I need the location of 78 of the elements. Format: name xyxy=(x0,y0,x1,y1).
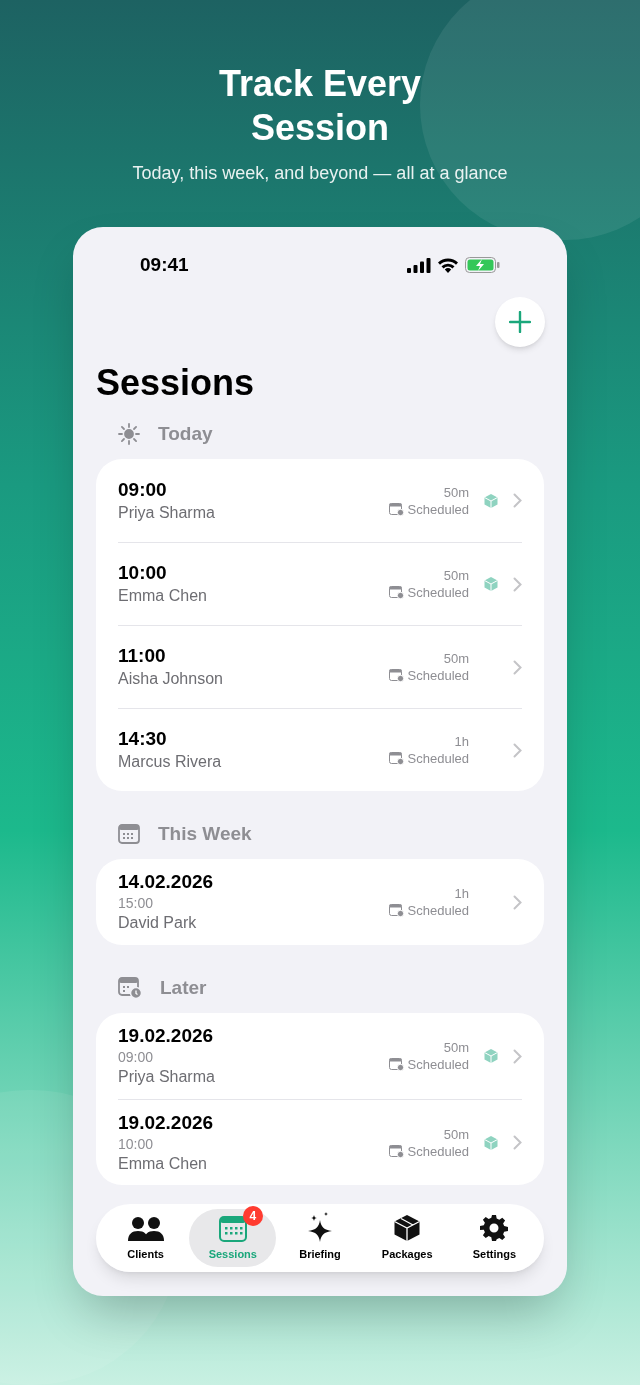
chevron-right-icon xyxy=(513,742,522,758)
hero-title: Track Every Session xyxy=(217,62,423,150)
tab[interactable]: 4 Sessions xyxy=(189,1209,277,1267)
status-label: Scheduled xyxy=(407,750,469,767)
battery-charging-icon xyxy=(465,257,500,273)
people-icon xyxy=(127,1215,164,1242)
session-row[interactable]: 14:30 Marcus Rivera 1h Scheduled xyxy=(118,708,522,791)
client-name: Emma Chen xyxy=(118,1153,208,1174)
session-row[interactable]: 11:00 Aisha Johnson 50m Scheduled xyxy=(118,625,522,708)
duration: 50m xyxy=(443,650,469,667)
notification-badge: 4 xyxy=(242,1205,263,1226)
section-header: Today xyxy=(158,421,213,446)
tab[interactable]: Settings xyxy=(450,1209,538,1267)
status-label: Scheduled xyxy=(407,1056,469,1073)
calendar-icon xyxy=(218,1215,247,1242)
calendar-status-icon xyxy=(388,1058,404,1071)
session-time: 10:00 xyxy=(118,561,168,585)
session-row[interactable]: 19.02.2026 10:00 Emma Chen 50m Scheduled xyxy=(118,1099,522,1185)
session-time: 15:00 xyxy=(118,894,155,912)
calendar-status-icon xyxy=(388,586,404,599)
session-row[interactable]: 10:00 Emma Chen 50m Scheduled xyxy=(118,542,522,625)
tab[interactable]: Packages xyxy=(363,1209,451,1267)
duration: 50m xyxy=(443,483,469,501)
plus-icon xyxy=(509,311,531,333)
gear-icon xyxy=(480,1213,509,1242)
duration: 50m xyxy=(443,1125,469,1143)
client-name: Aisha Johnson xyxy=(118,669,224,689)
status-label: Scheduled xyxy=(407,584,469,601)
duration: 50m xyxy=(443,1039,469,1056)
chevron-right-icon xyxy=(513,493,522,508)
calendar-clock-icon xyxy=(118,977,142,999)
client-name: Priya Sharma xyxy=(118,502,216,523)
client-name: David Park xyxy=(118,913,198,933)
calendar-status-icon xyxy=(388,904,404,917)
session-time: 14:30 xyxy=(118,727,168,751)
box-icon xyxy=(393,1213,422,1242)
session-row[interactable]: 19.02.2026 09:00 Priya Sharma 50m Scheduled xyxy=(118,1013,522,1099)
status-label: Scheduled xyxy=(407,500,469,518)
section-header: Later xyxy=(160,975,207,1000)
signal-icon xyxy=(407,257,431,273)
chevron-right-icon xyxy=(513,659,522,675)
calendar-status-icon xyxy=(388,669,404,682)
session-time: 10:00 xyxy=(118,1134,155,1153)
hero-subtitle: Today, this week, and beyond — all at a glance xyxy=(132,162,508,185)
client-name: Priya Sharma xyxy=(118,1067,216,1087)
chevron-right-icon xyxy=(513,576,522,592)
add-button[interactable] xyxy=(495,297,545,347)
calendar-status-icon xyxy=(388,752,404,765)
duration: 1h xyxy=(454,885,469,902)
session-date: 14.02.2026 xyxy=(118,870,215,894)
session-row[interactable]: 09:00 Priya Sharma 50m Scheduled xyxy=(118,459,522,542)
wifi-icon xyxy=(437,257,459,273)
sun-icon xyxy=(118,423,140,445)
chevron-right-icon xyxy=(513,894,522,910)
calendar-status-icon xyxy=(388,502,404,516)
calendar-status-icon xyxy=(388,1144,404,1158)
chevron-right-icon xyxy=(513,1135,522,1150)
status-time: 09:41 xyxy=(140,252,189,277)
sparkles-icon xyxy=(307,1211,333,1242)
section-header: This Week xyxy=(158,821,252,846)
status-label: Scheduled xyxy=(407,667,469,684)
status-label: Scheduled xyxy=(407,1142,469,1160)
client-name: Marcus Rivera xyxy=(118,752,223,772)
client-name: Emma Chen xyxy=(118,586,208,606)
tab[interactable]: Briefing xyxy=(276,1209,364,1267)
session-time: 11:00 xyxy=(118,644,167,668)
chevron-right-icon xyxy=(513,1048,522,1064)
session-date: 19.02.2026 xyxy=(118,1024,215,1048)
session-row[interactable]: 14.02.2026 15:00 David Park 1h Scheduled xyxy=(118,859,522,945)
screen-title: Sessions xyxy=(95,361,256,405)
tab[interactable]: Clients xyxy=(102,1209,190,1267)
session-date: 19.02.2026 xyxy=(118,1110,215,1135)
status-label: Scheduled xyxy=(407,902,469,919)
duration: 1h xyxy=(454,733,469,750)
calendar-icon xyxy=(118,824,140,844)
session-time: 09:00 xyxy=(118,1048,155,1066)
session-time: 09:00 xyxy=(118,477,168,502)
duration: 50m xyxy=(443,567,469,584)
